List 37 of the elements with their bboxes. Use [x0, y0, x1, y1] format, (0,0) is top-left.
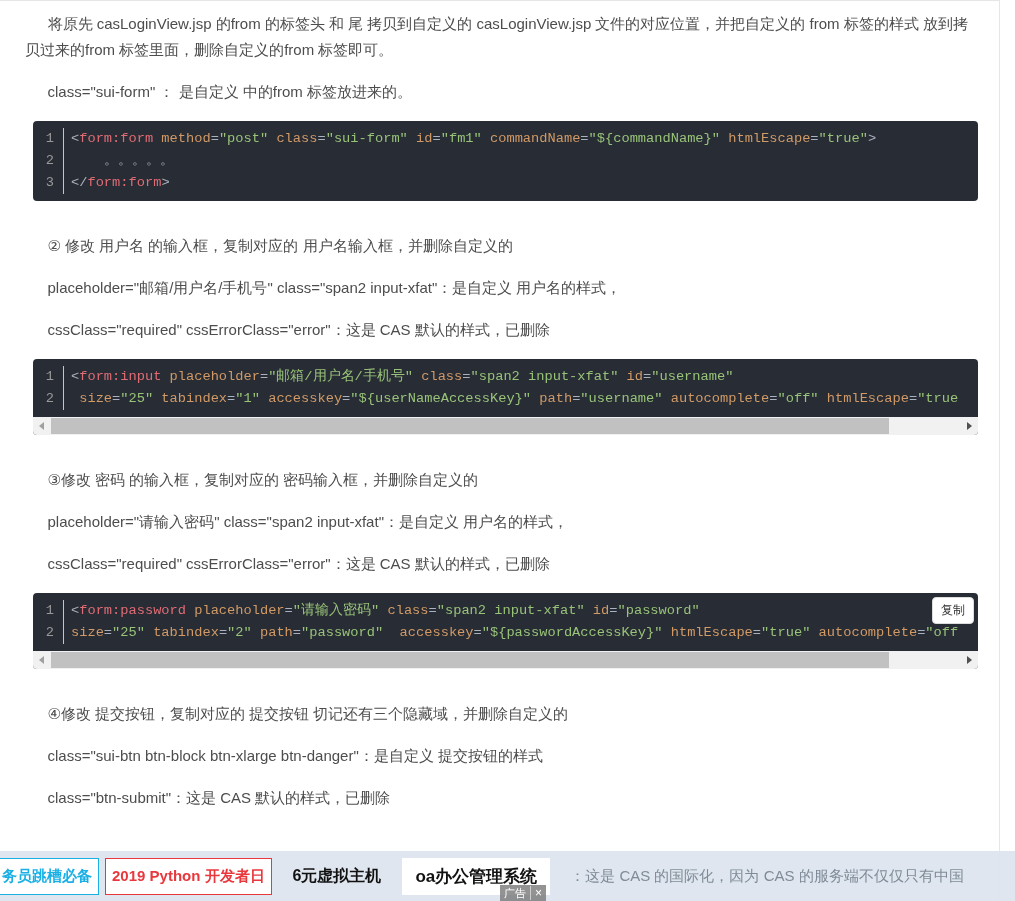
scrollbar-thumb[interactable]	[51, 652, 889, 668]
paragraph: ② 修改 用户名 的输入框，复制对应的 用户名输入框，并删除自定义的	[46, 236, 514, 256]
paragraph: cssClass="required" cssErrorClass="error"：这是 CAS 默认的样式，已删除	[46, 554, 551, 574]
line-number: 2	[45, 625, 54, 640]
line-number: 1	[45, 131, 54, 146]
horizontal-scrollbar[interactable]	[33, 651, 978, 669]
horizontal-scrollbar[interactable]	[33, 417, 978, 435]
paragraph: ④修改 提交按钮，复制对应的 提交按钮 切记还有三个隐藏域，并删除自定义的	[46, 704, 570, 724]
ad-link[interactable]: 2019 Python 开发者日	[105, 857, 272, 895]
paragraph: cssClass="required" cssErrorClass="error"：这是 CAS 默认的样式，已删除	[46, 320, 551, 340]
line-number: 1	[45, 603, 54, 618]
scroll-right-icon[interactable]	[965, 656, 973, 664]
scroll-left-icon[interactable]	[38, 656, 46, 664]
paragraph: class="btn-submit"：这是 CAS 默认的样式，已删除	[46, 788, 392, 808]
scroll-left-icon[interactable]	[38, 422, 46, 430]
scroll-right-icon[interactable]	[965, 422, 973, 430]
paragraph: ③修改 密码 的输入框，复制对应的 密码输入框，并删除自定义的	[46, 470, 480, 490]
code-line: <form:input placeholder="邮箱/用户名/手机号" class="span2 input-xfat" id="username"	[71, 369, 734, 384]
paragraph: 将原先 casLoginView.jsp 的from 的标签头 和 尾 拷贝到自定义的 casLoginView.jsp 文件的对应位置，并把自定义的 from 标签的样式 放到拷贝过来的from 标签里面，删除自定义的from 标签即可。	[25, 14, 969, 60]
line-number: 2	[45, 153, 54, 168]
paragraph: placeholder="请输入密码" class="span2 input-xfat"：是自定义 用户名的样式，	[46, 512, 570, 532]
line-number: 3	[45, 175, 54, 190]
line-number: 2	[45, 391, 54, 406]
code-line: size="25" tabindex="1" accesskey="${userNameAccessKey}" path="username" autocomplete="off" htmlEscape="true	[78, 391, 959, 406]
ad-link[interactable]: 6元虚拟主机	[285, 856, 389, 896]
scrollbar-thumb[interactable]	[51, 418, 889, 434]
code-line: 。。。。。	[102, 153, 174, 168]
code-line: <form:password placeholder="请输入密码" class="span2 input-xfat" id="password"	[71, 603, 700, 618]
line-number: 1	[45, 369, 54, 384]
paragraph: class="sui-form" ： 是自定义 中的from 标签放进来的。	[46, 82, 413, 102]
copy-button[interactable]: 复制	[932, 597, 974, 624]
code-line: <form:form method="post" class="sui-form" id="fm1" commandName="${commandName}" htmlEscape="true">	[71, 131, 877, 146]
code-line: size="25" tabindex="2" path="password" accesskey="${passwordAccessKey}" htmlEscape="true" autocomplete="off	[71, 625, 959, 640]
paragraph: placeholder="邮箱/用户名/手机号" class="span2 input-xfat"：是自定义 用户名的样式，	[46, 278, 623, 298]
code-line: </form:form>	[71, 175, 170, 190]
faded-text: ：这是 CAS 的国际化，因为 CAS 的服务端不仅仅只有中国	[570, 866, 964, 886]
paragraph: class="sui-btn btn-block btn-xlarge btn-danger"：是自定义 提交按钮的样式	[46, 746, 544, 766]
